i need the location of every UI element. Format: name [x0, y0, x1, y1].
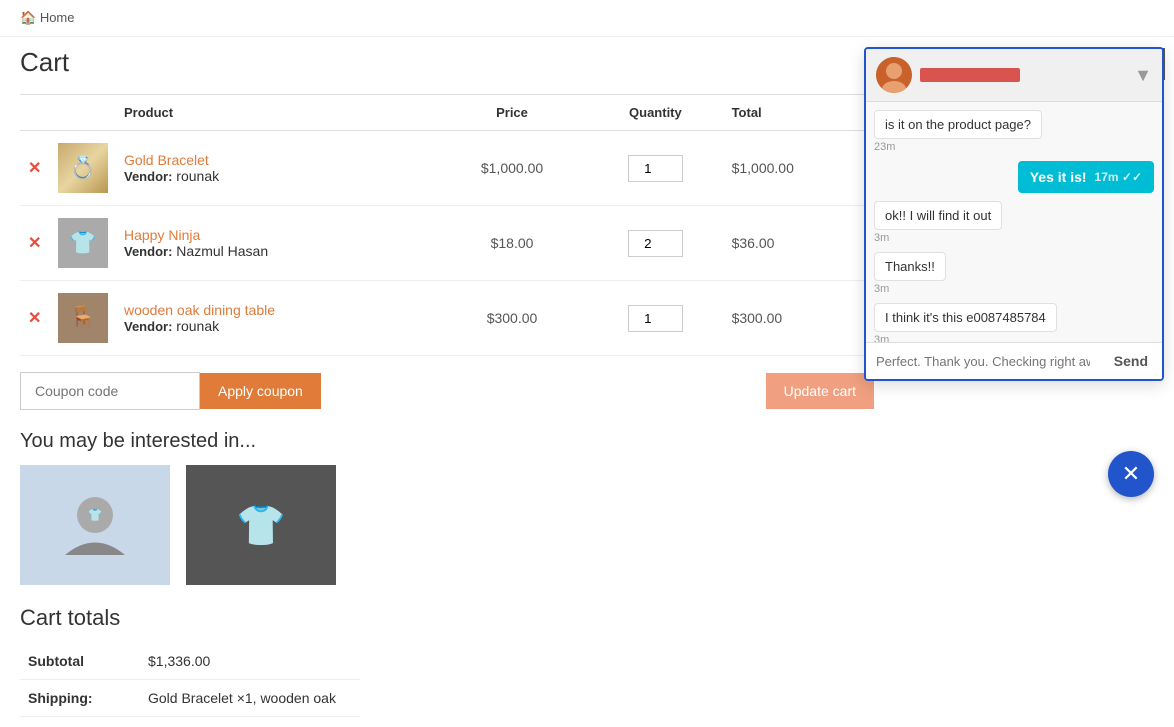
interested-item-2: 👕 — [186, 465, 336, 585]
quantity-input[interactable] — [628, 305, 683, 332]
cart-table: Product Price Quantity Total ✕ 💍 Gold Br… — [20, 94, 874, 356]
chat-fab-icon: ✕ — [1122, 461, 1140, 487]
chat-bubble-left: I think it's this e0087485784 — [874, 303, 1057, 332]
shipping-value: Gold Bracelet ×1, wooden oak — [140, 680, 360, 717]
chat-header: ▼ — [866, 49, 1162, 102]
vendor-label: Vendor: — [124, 244, 172, 259]
cart-totals-table: Subtotal $1,336.00 Shipping: Gold Bracel… — [20, 643, 360, 717]
vendor-label: Vendor: — [124, 169, 172, 184]
chat-message-left: is it on the product page? 23m — [874, 110, 1154, 153]
chat-bubble-left: ok!! I will find it out — [874, 201, 1002, 230]
vendor-label: Vendor: — [124, 319, 172, 334]
shipping-label: Shipping: — [20, 680, 140, 717]
chat-message-left: ok!! I will find it out 3m — [874, 201, 1154, 244]
sidebar: Search Recent Hello wo... Recent tarun o… — [894, 47, 1154, 717]
chat-time-left: 3m — [874, 334, 889, 342]
chat-time-right: 17m ✓✓ — [1095, 170, 1142, 184]
price-cell: $1,000.00 — [437, 131, 587, 206]
total-cell: $1,000.00 — [724, 131, 874, 206]
chat-bubble-left: Thanks!! — [874, 252, 946, 281]
update-cart-button[interactable]: Update cart — [766, 373, 874, 409]
price-cell: $300.00 — [437, 281, 587, 356]
chat-message-left: Thanks!! 3m — [874, 252, 1154, 295]
chat-fab-button[interactable]: ✕ — [1108, 451, 1154, 497]
chat-input-row: Send — [866, 342, 1162, 379]
interested-items: 👕 👕 — [20, 465, 874, 585]
breadcrumb: 🏠 Home — [0, 0, 1174, 37]
table-row: ✕ 🪑 wooden oak dining table Vendor: roun… — [20, 281, 874, 356]
apply-coupon-button[interactable]: Apply coupon — [200, 373, 321, 409]
chat-messages: is it on the product page? 23m Yes it is… — [866, 102, 1162, 342]
chat-message-right: Yes it is! 17m ✓✓ — [874, 161, 1154, 193]
price-cell: $18.00 — [437, 206, 587, 281]
product-name-link[interactable]: wooden oak dining table — [124, 302, 275, 318]
interested-title: You may be interested in... — [20, 430, 874, 453]
quantity-input[interactable] — [628, 230, 683, 257]
subtotal-label: Subtotal — [20, 643, 140, 680]
product-name-link[interactable]: Happy Ninja — [124, 227, 200, 243]
chat-send-button[interactable]: Send — [1100, 343, 1162, 379]
vendor-name: rounak — [176, 318, 219, 334]
col-quantity: Quantity — [587, 95, 723, 131]
chat-time-left: 3m — [874, 283, 889, 295]
remove-button[interactable]: ✕ — [28, 310, 41, 327]
vendor-name: rounak — [176, 168, 219, 184]
chat-name-bar — [920, 68, 1020, 82]
coupon-row: Apply coupon Update cart — [20, 372, 874, 410]
svg-text:👕: 👕 — [88, 508, 103, 522]
total-cell: $300.00 — [724, 281, 874, 356]
remove-button[interactable]: ✕ — [28, 235, 41, 252]
coupon-input[interactable] — [20, 372, 200, 410]
remove-button[interactable]: ✕ — [28, 160, 41, 177]
quantity-input[interactable] — [628, 155, 683, 182]
chat-time-left: 3m — [874, 232, 889, 244]
cart-title: Cart — [20, 47, 874, 78]
col-total: Total — [724, 95, 874, 131]
chat-bubble-right: Yes it is! 17m ✓✓ — [1018, 161, 1154, 193]
vendor-name: Nazmul Hasan — [176, 243, 268, 259]
chat-scroll-indicator[interactable]: ▼ — [1134, 65, 1152, 86]
product-img: 🪑 — [58, 293, 108, 343]
home-icon: 🏠 — [20, 10, 36, 25]
interested-item-img-1: 👕 — [20, 465, 170, 585]
table-row: ✕ 💍 Gold Bracelet Vendor: rounak $1,000.… — [20, 131, 874, 206]
chat-bubble-left: is it on the product page? — [874, 110, 1042, 139]
chat-time-left: 23m — [874, 141, 895, 153]
chat-overlay: ▼ is it on the product page? 23m Yes it … — [864, 47, 1164, 381]
chat-message-left: I think it's this e0087485784 3m — [874, 303, 1154, 342]
table-row: ✕ 👕 Happy Ninja Vendor: Nazmul Hasan $18… — [20, 206, 874, 281]
subtotal-value: $1,336.00 — [140, 643, 360, 680]
cart-section: Cart Product Price Quantity Total ✕ 💍 — [20, 47, 874, 717]
chat-text-input[interactable] — [866, 343, 1100, 379]
interested-item-img-2: 👕 — [186, 465, 336, 585]
interested-section: You may be interested in... 👕 👕 — [20, 430, 874, 585]
col-price: Price — [437, 95, 587, 131]
product-img: 👕 — [58, 218, 108, 268]
total-cell: $36.00 — [724, 206, 874, 281]
cart-totals: Cart totals Subtotal $1,336.00 Shipping:… — [20, 605, 874, 717]
col-product: Product — [116, 95, 437, 131]
cart-totals-title: Cart totals — [20, 605, 874, 631]
product-name-link[interactable]: Gold Bracelet — [124, 152, 209, 168]
interested-item-1: 👕 — [20, 465, 170, 585]
chat-avatar — [876, 57, 912, 93]
product-img: 💍 — [58, 143, 108, 193]
home-link[interactable]: Home — [40, 10, 75, 25]
